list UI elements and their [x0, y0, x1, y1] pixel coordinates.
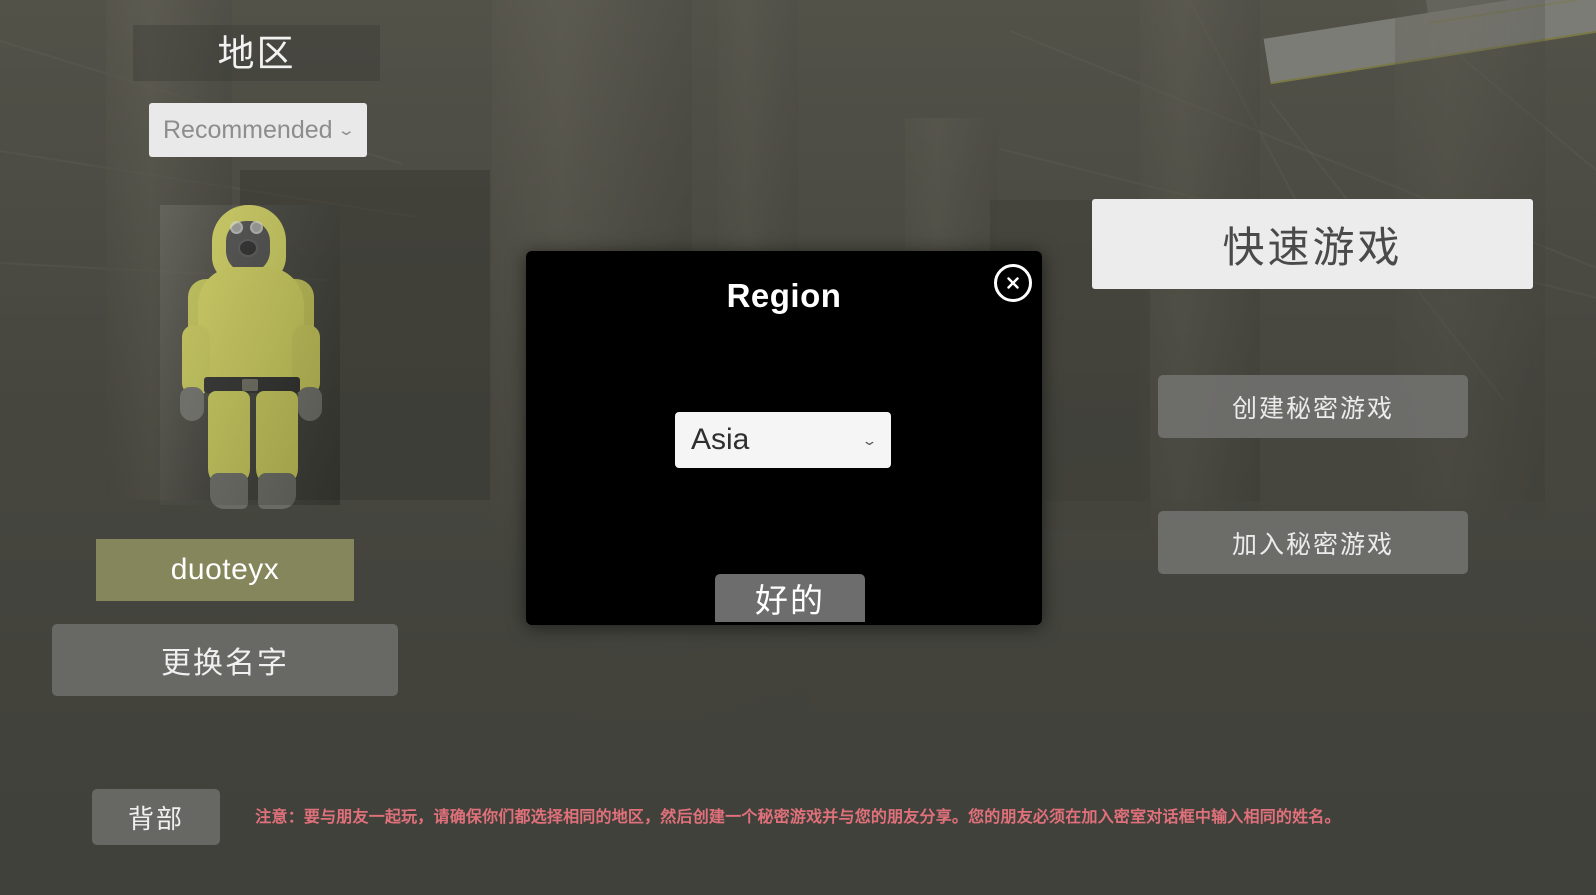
chevron-down-icon: ⌄ — [861, 432, 878, 448]
join-private-game-button-label: 加入秘密游戏 — [1231, 530, 1394, 559]
close-icon[interactable] — [994, 264, 1032, 302]
hazmat-avatar — [160, 205, 340, 509]
create-private-game-button-label: 创建秘密游戏 — [1231, 394, 1394, 423]
region-recommended-dropdown[interactable]: Recommended ⌄ — [149, 103, 367, 157]
quick-game-button[interactable]: 快速游戏 — [1092, 199, 1533, 289]
join-private-game-button[interactable]: 加入秘密游戏 — [1158, 511, 1468, 574]
avatar-boot-right — [258, 473, 296, 509]
change-name-button-label: 更换名字 — [161, 647, 289, 680]
region-modal-ok-label: 好的 — [755, 582, 825, 619]
avatar-mask-filter — [238, 239, 258, 257]
region-select-dropdown[interactable]: Asia ⌄ — [675, 412, 891, 468]
multiplayer-warning-text: 注意：要与朋友一起玩，请确保你们都选择相同的地区，然后创建一个秘密游戏并与您的朋… — [255, 809, 1341, 826]
avatar-hand-left — [180, 387, 204, 421]
region-modal-ok-button[interactable]: 好的 — [715, 574, 865, 622]
player-name-chip[interactable]: duoteyx — [96, 539, 354, 601]
create-private-game-button[interactable]: 创建秘密游戏 — [1158, 375, 1468, 438]
game-lobby-screen: 地区 Recommended ⌄ duoteyx 更换名字 背部 快速游戏 创建… — [0, 0, 1596, 895]
avatar-mask-lens-right — [250, 221, 263, 234]
close-x-glyph — [1007, 277, 1019, 289]
avatar-torso — [198, 267, 304, 385]
region-recommended-value: Recommended — [163, 115, 333, 144]
player-name-label: duoteyx — [170, 553, 280, 586]
region-select-value: Asia — [691, 423, 750, 456]
avatar-hand-right — [298, 387, 322, 421]
avatar-boot-left — [210, 473, 248, 509]
region-modal-title: Region — [726, 277, 842, 314]
region-title-label: 地区 — [217, 32, 296, 74]
avatar-mask-lens-left — [230, 221, 243, 234]
chevron-down-icon: ⌄ — [337, 121, 357, 139]
quick-game-button-label: 快速游戏 — [1222, 223, 1403, 271]
change-name-button[interactable]: 更换名字 — [52, 624, 398, 696]
region-title-panel: 地区 — [133, 25, 380, 81]
region-modal-dialog: Region Asia ⌄ 好的 — [526, 251, 1042, 625]
avatar-belt-buckle — [242, 379, 258, 391]
